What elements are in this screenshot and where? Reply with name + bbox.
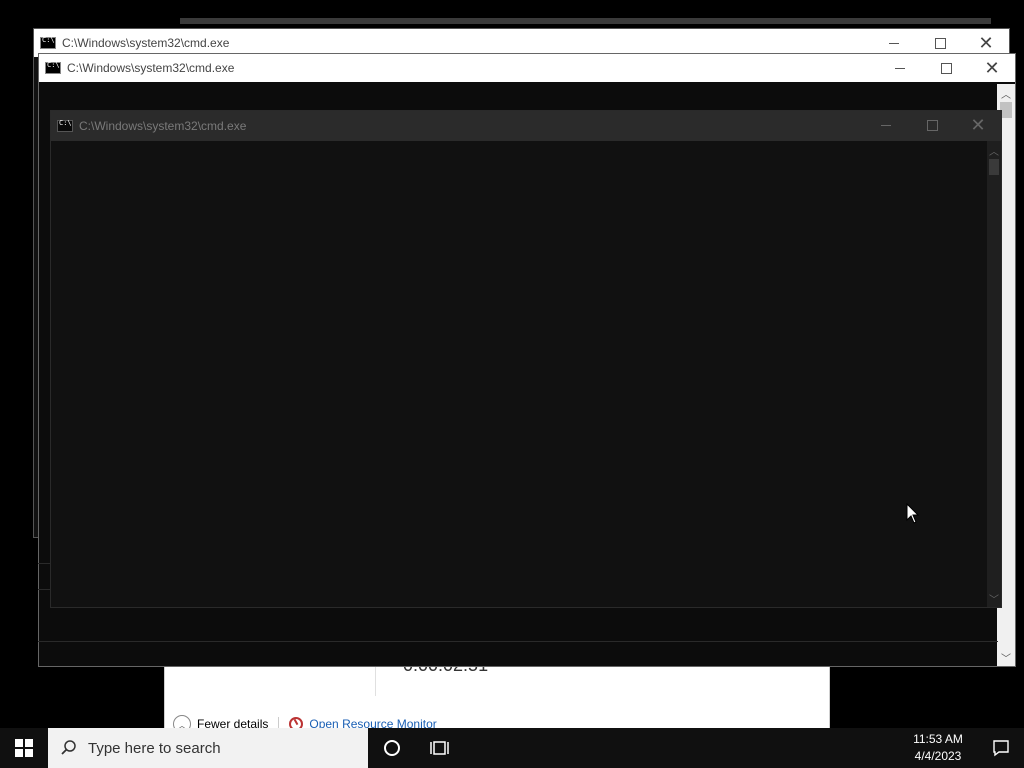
- start-button[interactable]: [0, 728, 48, 768]
- cmd-icon: [57, 119, 73, 132]
- vertical-scrollbar[interactable]: ︿ ﹀: [987, 141, 1001, 607]
- scroll-down-arrow-icon[interactable]: ﹀: [987, 589, 1001, 607]
- task-view-button[interactable]: [420, 728, 460, 768]
- title-bar[interactable]: C:\Windows\system32\cmd.exe ✕: [51, 111, 1001, 141]
- scroll-thumb[interactable]: [989, 159, 999, 175]
- minimize-button[interactable]: [863, 111, 909, 139]
- maximize-button[interactable]: [909, 111, 955, 139]
- cortana-button[interactable]: [372, 728, 412, 768]
- scroll-up-arrow-icon[interactable]: ︿: [997, 84, 1015, 102]
- window-controls: ✕: [877, 54, 1015, 82]
- cmd-icon: [45, 61, 61, 74]
- windows-logo-icon: [15, 739, 33, 757]
- window-title: C:\Windows\system32\cmd.exe: [79, 119, 247, 133]
- system-clock[interactable]: 11:53 AM 4/4/2023: [906, 731, 970, 765]
- minimize-button[interactable]: [877, 54, 923, 82]
- taskbar-search-box[interactable]: Type here to search: [48, 728, 368, 768]
- background-window-edge: [180, 18, 991, 24]
- maximize-button[interactable]: [923, 54, 969, 82]
- search-icon: [61, 740, 76, 755]
- task-view-icon: [430, 741, 449, 755]
- cmd-icon: [40, 36, 56, 49]
- action-center-icon: [993, 740, 1009, 757]
- window-title: C:\Windows\system32\cmd.exe: [62, 36, 230, 50]
- scroll-up-arrow-icon[interactable]: ︿: [987, 141, 1001, 159]
- scroll-down-arrow-icon[interactable]: ﹀: [997, 648, 1015, 666]
- mouse-pointer-icon: [906, 503, 920, 524]
- clock-date: 4/4/2023: [914, 749, 962, 763]
- window-controls: ✕: [863, 111, 1001, 139]
- taskbar: Type here to search 11:53 AM 4/4/2023: [0, 728, 1024, 768]
- cmd-window-front[interactable]: C:\Windows\system32\cmd.exe ✕ ︿ ﹀: [50, 110, 1002, 608]
- window-edge-line: [38, 641, 998, 642]
- window-title: C:\Windows\system32\cmd.exe: [67, 61, 235, 75]
- title-bar[interactable]: C:\Windows\system32\cmd.exe ✕: [39, 54, 1015, 82]
- search-placeholder: Type here to search: [88, 739, 221, 757]
- cortana-circle-icon: [384, 740, 400, 756]
- action-center-button[interactable]: [978, 728, 1024, 768]
- close-button[interactable]: ✕: [955, 111, 1001, 139]
- close-button[interactable]: ✕: [969, 54, 1015, 82]
- clock-time: 11:53 AM: [913, 732, 963, 746]
